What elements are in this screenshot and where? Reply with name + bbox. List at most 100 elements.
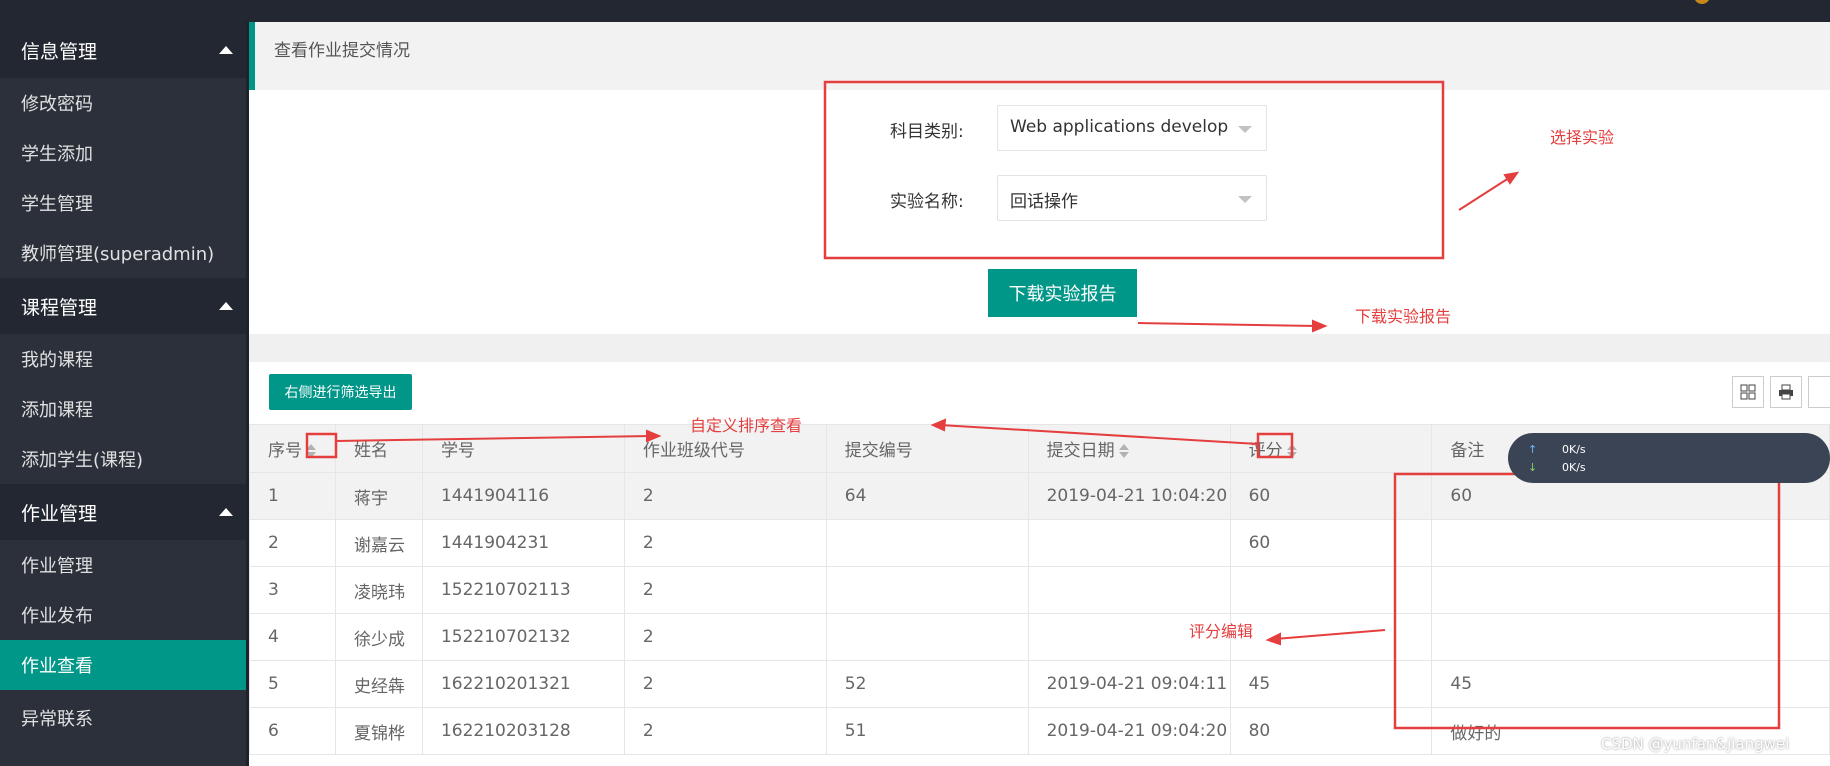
table-cell: 152210702132	[421, 613, 625, 661]
table-row[interactable]: 4 徐少成 152210702132 2	[249, 613, 1830, 661]
sidebar-item-add-student[interactable]: 学生添加	[0, 128, 246, 178]
table-cell: 162210201321	[421, 660, 625, 708]
col-header-label: 提交日期	[1046, 441, 1115, 461]
col-name: 姓名	[334, 424, 423, 473]
table-cell[interactable]	[1229, 566, 1433, 614]
table-cell[interactable]: 60	[1229, 472, 1433, 520]
table-cell: 45	[1431, 660, 1830, 708]
sidebar-item-homework-publish[interactable]: 作业发布	[0, 590, 246, 640]
annotation-edit-score: 评分编辑	[1189, 622, 1254, 641]
sidebar-item-my-courses[interactable]: 我的课程	[0, 334, 246, 384]
table-cell	[825, 566, 1029, 614]
chevron-down-icon	[1238, 126, 1252, 133]
table-cell: 2	[623, 472, 827, 520]
sidebar-item-exception-contact[interactable]: 异常联系	[0, 690, 246, 746]
sidebar-section-homework[interactable]: 作业管理	[0, 484, 246, 540]
chevron-down-icon	[1238, 196, 1252, 203]
table-cell: 6	[249, 707, 336, 755]
sidebar-section-info[interactable]: 信息管理	[0, 22, 246, 78]
sidebar-item-add-course[interactable]: 添加课程	[0, 384, 246, 434]
table-cell: 史经犇	[334, 660, 423, 708]
page-header: 查看作业提交情况	[249, 22, 1830, 90]
download-speed: 0K/s	[1562, 461, 1586, 474]
sidebar-section-label: 信息管理	[21, 40, 98, 63]
table-cell: 64	[825, 472, 1029, 520]
upload-arrow-icon: ↑	[1528, 443, 1538, 456]
table-row[interactable]: 6 夏锦桦 162210203128 2 51 2019-04-21 09:04:20 80…	[249, 707, 1830, 755]
table-cell: 2019-04-21 09:04:20	[1027, 707, 1231, 755]
table-cell: 谢嘉云	[334, 519, 423, 567]
table-row[interactable]: 5 史经犇 162210201321 2 52 2019-04-21 09:04:11 45…	[249, 660, 1830, 708]
table-cell: 162210203128	[421, 707, 625, 755]
collapse-arrow-icon	[219, 302, 233, 310]
table-cell: 2	[623, 707, 827, 755]
collapse-arrow-icon	[219, 508, 233, 516]
user-avatar-icon[interactable]	[1694, 0, 1710, 4]
sort-icon[interactable]	[1286, 444, 1297, 458]
upload-speed: 0K/s	[1562, 443, 1586, 456]
experiment-select-value: 回话操作	[1010, 192, 1078, 212]
experiment-select[interactable]: 回话操作	[997, 175, 1267, 221]
table-cell	[825, 613, 1029, 661]
col-header-label: 序号	[268, 441, 302, 461]
sidebar-section-label: 作业管理	[21, 502, 98, 525]
table-cell: 1441904116	[421, 472, 625, 520]
table-cell[interactable]: 80	[1229, 707, 1433, 755]
table-cell[interactable]: 45	[1229, 660, 1433, 708]
sort-icon[interactable]	[1118, 444, 1129, 458]
col-submission-no: 提交编号	[825, 424, 1029, 473]
sidebar-item-change-password[interactable]: 修改密码	[0, 78, 246, 128]
table-cell: 徐少成	[334, 613, 423, 661]
table-cell: 2	[623, 613, 827, 661]
table-cell: 夏锦桦	[334, 707, 423, 755]
table-cell[interactable]: 60	[1229, 519, 1433, 567]
sort-icon[interactable]	[306, 444, 316, 458]
table-cell: 4	[249, 613, 336, 661]
table-row[interactable]: 3 凌晓玮 152210702113 2	[249, 566, 1830, 614]
sidebar-item-homework-view[interactable]: 作业查看	[0, 640, 246, 690]
sidebar-section-label: 课程管理	[21, 296, 98, 319]
table-cell: 2	[623, 660, 827, 708]
table-cell: 蒋宇	[334, 472, 423, 520]
export-icon[interactable]	[1808, 376, 1830, 408]
table-row[interactable]: 2 谢嘉云 1441904231 2 60	[249, 519, 1830, 567]
col-index[interactable]: 序号	[249, 424, 336, 473]
table-cell: 2	[623, 519, 827, 567]
download-arrow-icon: ↓	[1528, 461, 1538, 474]
header-accent-bar	[249, 22, 255, 90]
sidebar-item-student-management[interactable]: 学生管理	[0, 178, 246, 228]
table-cell	[1431, 613, 1830, 661]
subject-select[interactable]: Web applications developme	[997, 105, 1267, 151]
table-cell: 2019-04-21 09:04:11	[1027, 660, 1231, 708]
page-title: 查看作业提交情况	[274, 41, 410, 61]
download-report-button[interactable]: 下载实验报告	[988, 269, 1137, 317]
table-cell: 1441904231	[421, 519, 625, 567]
table-cell: 51	[825, 707, 1029, 755]
table-cell: 152210702113	[421, 566, 625, 614]
annotation-select-experiment: 选择实验	[1550, 128, 1615, 147]
columns-icon[interactable]	[1732, 376, 1764, 408]
sidebar: 信息管理 修改密码 学生添加 学生管理 教师管理(superadmin) 课程管…	[0, 22, 246, 766]
sidebar-item-teacher-management[interactable]: 教师管理(superadmin)	[0, 228, 246, 278]
table-cell: 52	[825, 660, 1029, 708]
table-cell	[825, 519, 1029, 567]
subject-label: 科目类别:	[890, 122, 964, 142]
table-cell: 2	[623, 566, 827, 614]
sidebar-item-homework-management[interactable]: 作业管理	[0, 540, 246, 590]
col-submit-date[interactable]: 提交日期	[1027, 424, 1231, 473]
annotation-custom-sort: 自定义排序查看	[690, 416, 803, 435]
table-cell: 5	[249, 660, 336, 708]
table-cell	[1431, 566, 1830, 614]
annotation-download-report: 下载实验报告	[1355, 307, 1452, 326]
col-header-label: 评分	[1248, 441, 1283, 461]
print-icon[interactable]	[1770, 376, 1802, 408]
sidebar-item-add-course-student[interactable]: 添加学生(课程)	[0, 434, 246, 484]
col-score[interactable]: 评分	[1229, 424, 1433, 473]
table-cell: 1	[249, 472, 336, 520]
table-cell[interactable]	[1229, 613, 1433, 661]
table-cell	[1431, 519, 1830, 567]
table-cell: 凌晓玮	[334, 566, 423, 614]
table-cell: 2019-04-21 10:04:20	[1027, 472, 1231, 520]
export-filter-button[interactable]: 右侧进行筛选导出	[269, 374, 412, 410]
sidebar-section-course[interactable]: 课程管理	[0, 278, 246, 334]
